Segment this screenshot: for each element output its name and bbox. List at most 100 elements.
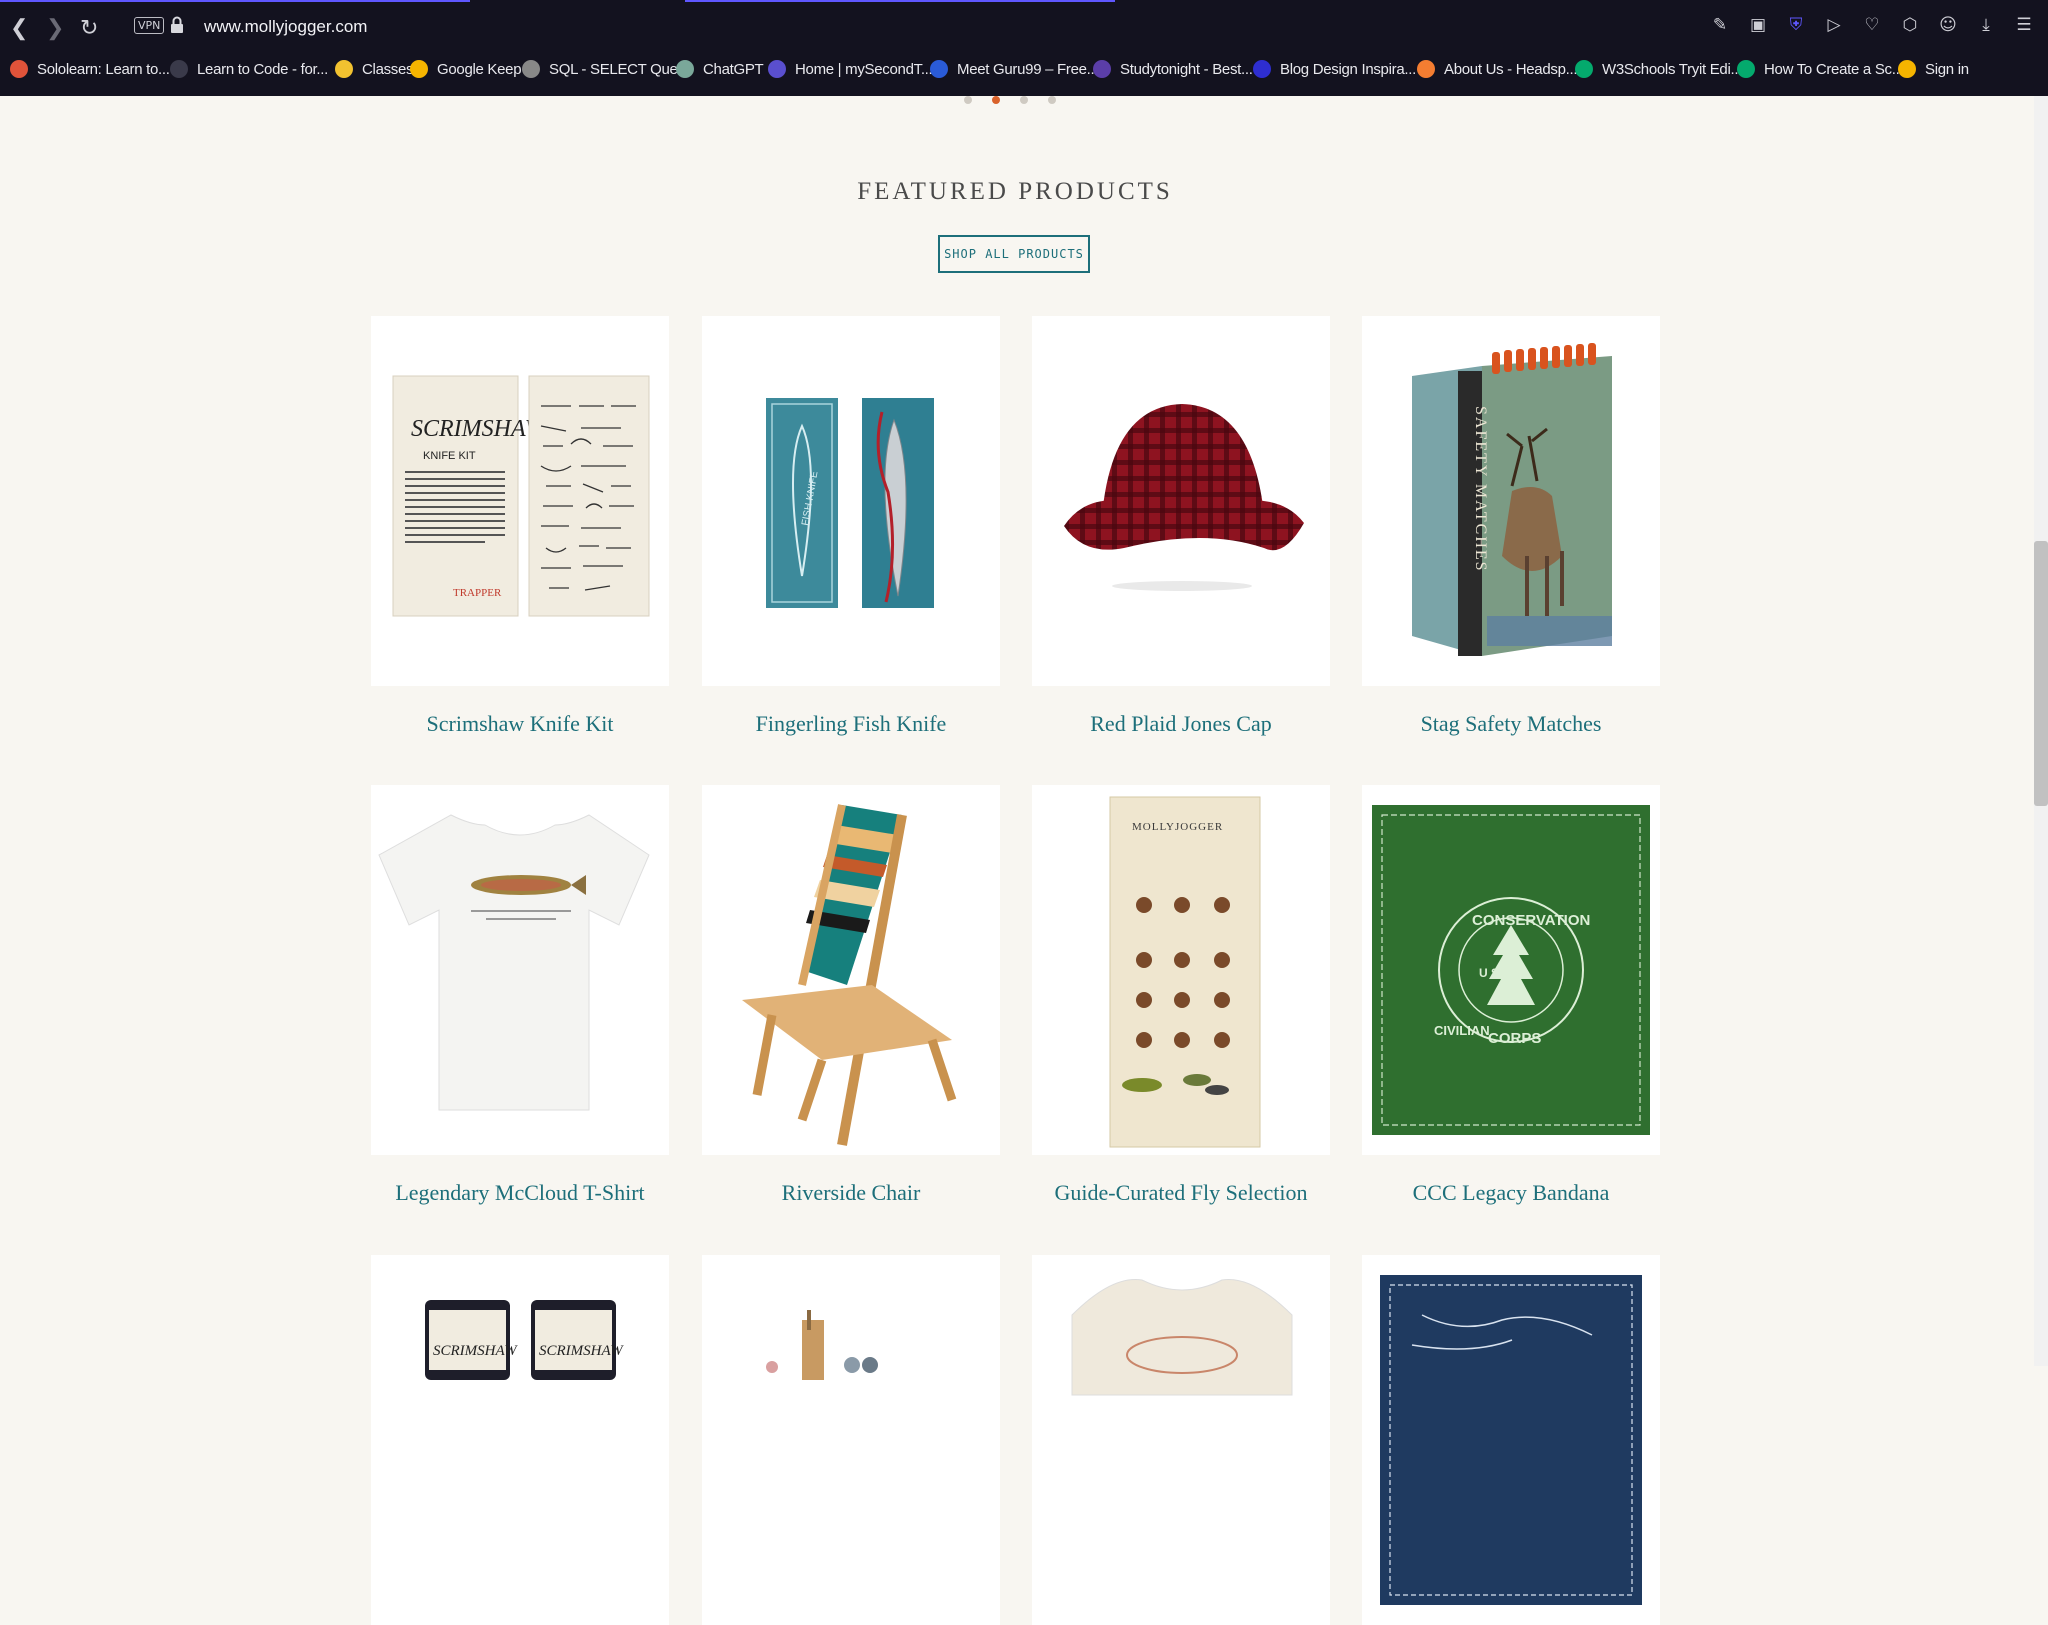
bookmark-item[interactable]: Sign in [1898,60,1969,78]
scrollbar-thumb[interactable] [2034,541,2048,806]
vpn-badge[interactable]: VPN [134,17,165,34]
chatgpt-icon [676,60,694,78]
sololearn-icon [10,60,28,78]
product-card[interactable]: FISH KNIFE Fingerling Fish Knife [702,316,1000,736]
bookmark-item[interactable]: SQL - SELECT Query [522,60,690,78]
bookmark-item[interactable]: ChatGPT [676,60,764,78]
sql-icon [522,60,540,78]
bookmark-label: SQL - SELECT Query [549,60,690,78]
product-card[interactable]: SCRIMSHAW KNIFE KIT TRAPPER Scrimshaw Kn… [371,316,669,736]
classroom-icon [335,60,353,78]
bookmark-item[interactable]: Sololearn: Learn to... [10,60,170,78]
address-bar[interactable]: www.mollyjogger.com [204,17,367,37]
carousel-dot[interactable] [1020,96,1028,104]
bookmark-item[interactable]: Blog Design Inspira... [1253,60,1416,78]
bookmark-item[interactable]: Learn to Code - for... [170,60,328,78]
tab-indicator [0,0,470,2]
bookmark-label: About Us - Headsp... [1444,60,1578,78]
carousel-dot-active[interactable] [992,96,1000,104]
conservation-text: CONSERVATION [1472,912,1590,929]
bookmark-label: Sololearn: Learn to... [37,60,170,78]
bookmark-label: Learn to Code - for... [197,60,328,78]
reload-icon[interactable]: ↻ [80,14,98,42]
bookmark-item[interactable]: About Us - Headsp... [1417,60,1578,78]
product-card[interactable]: CONSERVATION CORPS U S CIVILIAN CCC Lega… [1362,785,1660,1205]
back-icon[interactable]: ❮ [10,14,28,42]
bookmark-item[interactable]: W3Schools Tryit Edi... [1575,60,1742,78]
shop-all-products-button[interactable]: SHOP ALL PRODUCTS [938,235,1090,273]
bookmark-item[interactable]: Home | mySecondT... [768,60,933,78]
product-title[interactable]: Riverside Chair [682,1180,1020,1206]
site-icon [768,60,786,78]
carousel-dot[interactable] [1048,96,1056,104]
camera-icon[interactable]: ▣ [1748,15,1768,35]
bookmark-label: Home | mySecondT... [795,60,933,78]
product-card[interactable]: Legendary McCloud T-Shirt [371,785,669,1205]
product-card[interactable] [702,1255,1000,1625]
bookmark-item[interactable]: Studytonight - Best... [1093,60,1253,78]
product-card[interactable] [1032,1255,1330,1625]
product-title[interactable]: Legendary McCloud T-Shirt [351,1180,689,1206]
guru99-icon [930,60,948,78]
product-image-ccc-legacy-bandana[interactable]: CONSERVATION CORPS U S CIVILIAN [1362,785,1660,1155]
browser-toolbar: ❮ ❯ ↻ VPN www.mollyjogger.com ✎ ▣ ⛨ ▷ ♡ … [0,0,2048,96]
product-image-legendary-mccloud-t-shirt[interactable] [371,785,669,1155]
headspace-icon [1417,60,1435,78]
product-image-riverside-chair[interactable] [702,785,1000,1155]
scrimshaw-text: SCRIMSHAW [539,1343,624,1359]
forward-icon[interactable]: ❯ [46,14,64,42]
bookmark-item[interactable]: Meet Guru99 – Free... [930,60,1099,78]
product-card[interactable]: Red Plaid Jones Cap [1032,316,1330,736]
bookmark-label: Meet Guru99 – Free... [957,60,1099,78]
shield-icon[interactable]: ⛨ [1786,15,1806,35]
product-image-red-plaid-jones-cap[interactable] [1032,316,1330,686]
bookmark-item[interactable]: How To Create a Sc... [1737,60,1904,78]
section-heading: FEATURED PRODUCTS [857,178,1173,205]
bookmark-label: Classes [362,60,414,78]
product-card[interactable]: Riverside Chair [702,785,1000,1205]
product-image-scrimshaw-knife-kit[interactable]: SCRIMSHAW KNIFE KIT TRAPPER [371,316,669,686]
menu-icon[interactable]: ☰ [2014,15,2034,35]
product-card[interactable]: MOLLYJOGGER Guide-Curated Fly Selection [1032,785,1330,1205]
product-image-stag-safety-matches[interactable]: SAFETY MATCHES [1362,316,1660,686]
bookmark-label: Blog Design Inspira... [1280,60,1416,78]
play-icon[interactable]: ▷ [1824,15,1844,35]
mollyjogger-text: MOLLYJOGGER [1132,821,1223,833]
w3schools-icon [1575,60,1593,78]
product-image[interactable] [1362,1255,1660,1625]
toolbar-icons: ✎ ▣ ⛨ ▷ ♡ ⬡ ☺ ⤓ ☰ [1710,15,2034,35]
product-card[interactable]: SAFETY MATCHES Stag Safety Matches [1362,316,1660,736]
product-title[interactable]: Stag Safety Matches [1342,711,1680,737]
bookmark-label: Google Keep [437,60,522,78]
scrollbar[interactable] [2034,96,2048,1366]
heart-icon[interactable]: ♡ [1862,15,1882,35]
profile-icon[interactable]: ☺ [1938,15,1958,35]
edit-icon[interactable]: ✎ [1710,15,1730,35]
product-title[interactable]: Scrimshaw Knife Kit [351,711,689,737]
product-title[interactable]: CCC Legacy Bandana [1342,1180,1680,1206]
product-image-fingerling-fish-knife[interactable]: FISH KNIFE [702,316,1000,686]
download-icon[interactable]: ⤓ [1976,15,1996,35]
product-card[interactable]: SCRIMSHAW SCRIMSHAW [371,1255,669,1625]
product-image[interactable] [702,1255,1000,1625]
carousel-dot[interactable] [964,96,972,104]
keep-icon [410,60,428,78]
knife-kit-text: KNIFE KIT [423,450,476,462]
product-title[interactable]: Guide-Curated Fly Selection [1012,1180,1350,1206]
product-image[interactable] [1032,1255,1330,1625]
scrimshaw-text: SCRIMSHAW [433,1343,518,1359]
product-card[interactable] [1362,1255,1660,1625]
product-image[interactable]: SCRIMSHAW SCRIMSHAW [371,1255,669,1625]
bookmark-item[interactable]: Google Keep [410,60,522,78]
box-icon[interactable]: ⬡ [1900,15,1920,35]
studytonight-icon [1093,60,1111,78]
product-image-guide-curated-fly-selection[interactable]: MOLLYJOGGER [1032,785,1330,1155]
lock-icon[interactable] [170,16,184,34]
bookmark-label: How To Create a Sc... [1764,60,1904,78]
product-title[interactable]: Fingerling Fish Knife [682,711,1020,737]
bookmark-item[interactable]: Classes [335,60,414,78]
signin-icon [1898,60,1916,78]
trapper-text: TRAPPER [453,587,502,599]
bookmark-label: Studytonight - Best... [1120,60,1253,78]
product-title[interactable]: Red Plaid Jones Cap [1012,711,1350,737]
